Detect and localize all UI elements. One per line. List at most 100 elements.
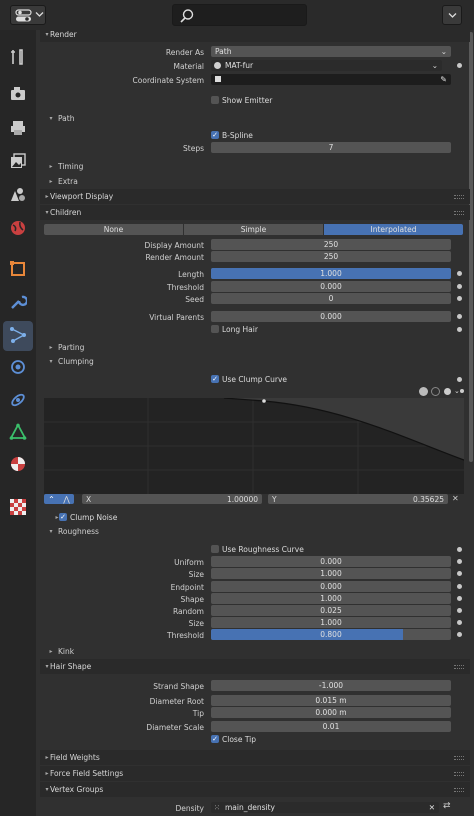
use-roughness-curve-checkbox[interactable]: [211, 545, 219, 553]
roughness-curve-keyframe-dot[interactable]: [457, 547, 462, 552]
tab-modifier[interactable]: [3, 288, 33, 318]
uniform-keyframe-dot[interactable]: [457, 559, 462, 564]
panel-header-hair-shape[interactable]: ▾ Hair Shape: [40, 659, 470, 674]
header-menu-button[interactable]: [442, 5, 462, 25]
tab-object[interactable]: [3, 255, 33, 285]
editor-type-button[interactable]: [10, 5, 46, 25]
subpanel-header-roughness[interactable]: ▾ Roughness: [40, 524, 470, 538]
tab-physics[interactable]: [3, 353, 33, 383]
length-keyframe-dot[interactable]: [457, 271, 462, 276]
tab-view-layer[interactable]: [3, 147, 33, 177]
auto-handle-icon[interactable]: ⌃: [48, 495, 55, 504]
search-field[interactable]: [172, 4, 307, 26]
clump-curve-keyframe-dot[interactable]: [457, 377, 462, 382]
long-hair-checkbox[interactable]: [211, 325, 219, 333]
clump-curve-options-dot[interactable]: [460, 389, 464, 393]
subpanel-header-kink[interactable]: ▸ Kink: [40, 644, 470, 658]
subpanel-header-clumping[interactable]: ▾ Clumping: [40, 354, 470, 368]
drag-grip-icon[interactable]: [454, 771, 464, 776]
render-as-dropdown[interactable]: Path ⌄: [211, 46, 451, 57]
uniform-size-keyframe-dot[interactable]: [457, 571, 462, 576]
bspline-checkbox[interactable]: ✓: [211, 131, 219, 139]
clump-noise-checkbox[interactable]: ✓: [59, 513, 67, 521]
subpanel-header-path[interactable]: ▾ Path: [40, 111, 470, 125]
diameter-scale-field[interactable]: 0.01: [211, 721, 451, 732]
zoom-in-icon[interactable]: [419, 387, 428, 396]
render-amount-field[interactable]: 250: [211, 251, 451, 262]
drag-grip-icon[interactable]: [454, 787, 464, 792]
tip-field[interactable]: 0.000 m: [211, 707, 451, 718]
display-amount-field[interactable]: 250: [211, 239, 451, 250]
curve-settings-icon[interactable]: [444, 388, 451, 395]
tab-constraints[interactable]: [3, 386, 33, 416]
show-emitter-checkbox[interactable]: [211, 96, 219, 104]
coordinate-system-field[interactable]: ✎: [211, 74, 451, 85]
roughness-threshold-slider[interactable]: 0.800: [211, 629, 451, 640]
drag-grip-icon[interactable]: [454, 194, 464, 199]
panel-header-field-weights[interactable]: ▸ Field Weights: [40, 750, 470, 765]
strand-shape-field[interactable]: -1.000: [211, 680, 451, 691]
tab-particles[interactable]: [3, 321, 33, 351]
subpanel-header-timing[interactable]: ▸ Timing: [40, 159, 470, 173]
use-clump-curve-checkbox[interactable]: ✓: [211, 375, 219, 383]
subpanel-header-parting[interactable]: ▸ Parting: [40, 340, 470, 354]
shape-field[interactable]: 1.000: [211, 593, 451, 604]
tab-tool[interactable]: [3, 43, 33, 73]
random-keyframe-dot[interactable]: [457, 608, 462, 613]
subpanel-header-extra[interactable]: ▸ Extra: [40, 174, 470, 188]
uniform-size-field[interactable]: 1.000: [211, 568, 451, 579]
random-field[interactable]: 0.025: [211, 605, 451, 616]
zoom-out-icon[interactable]: [431, 387, 440, 396]
seed-field[interactable]: 0: [211, 293, 451, 304]
tab-texture[interactable]: [3, 493, 33, 523]
threshold-field[interactable]: 0.000: [211, 281, 451, 292]
panel-header-viewport-display[interactable]: ▸ Viewport Display: [40, 189, 470, 204]
panel-header-vertex-groups[interactable]: ▾ Vertex Groups: [40, 782, 470, 797]
invert-arrows-icon[interactable]: ⇄: [443, 801, 451, 811]
scrollbar[interactable]: [469, 32, 473, 462]
tab-material[interactable]: [3, 450, 33, 480]
endpoint-field[interactable]: 0.000: [211, 581, 451, 592]
children-mode-interpolated[interactable]: Interpolated: [324, 224, 463, 235]
curve-x-field[interactable]: X 1.00000: [82, 494, 262, 504]
drag-grip-icon[interactable]: [454, 755, 464, 760]
children-mode-none[interactable]: None: [44, 224, 183, 235]
chevron-down-icon[interactable]: ⌄: [454, 387, 460, 395]
clump-curve-graph[interactable]: [44, 398, 464, 494]
delete-point-icon[interactable]: ✕: [452, 494, 462, 504]
threshold-keyframe-dot[interactable]: [457, 284, 462, 289]
close-tip-checkbox[interactable]: ✓: [211, 735, 219, 743]
children-mode-simple[interactable]: Simple: [184, 224, 323, 235]
random-size-field[interactable]: 1.000: [211, 617, 451, 628]
material-field[interactable]: MAT-fur ⌄: [211, 60, 442, 71]
virtual-parents-field[interactable]: 0.000: [211, 311, 451, 322]
seed-keyframe-dot[interactable]: [457, 296, 462, 301]
material-keyframe-dot[interactable]: [457, 63, 462, 68]
shape-keyframe-dot[interactable]: [457, 596, 462, 601]
random-size-keyframe-dot[interactable]: [457, 620, 462, 625]
uniform-field[interactable]: 0.000: [211, 556, 451, 567]
tab-data[interactable]: [3, 418, 33, 448]
drag-grip-icon[interactable]: [454, 664, 464, 669]
tab-world[interactable]: [3, 214, 33, 244]
steps-field[interactable]: 7: [211, 142, 451, 153]
roughness-threshold-keyframe-dot[interactable]: [457, 632, 462, 637]
diameter-root-field[interactable]: 0.015 m: [211, 695, 451, 706]
virtual-parents-keyframe-dot[interactable]: [457, 314, 462, 319]
vector-handle-icon[interactable]: ⋀: [63, 495, 70, 504]
long-hair-keyframe-dot[interactable]: [457, 327, 462, 332]
chevron-down-icon: ▾: [49, 357, 53, 365]
panel-header-children[interactable]: ▾ Children: [40, 205, 470, 220]
drag-grip-icon[interactable]: [454, 210, 464, 215]
close-icon[interactable]: ✕: [429, 803, 435, 812]
tab-render[interactable]: [3, 80, 33, 110]
endpoint-keyframe-dot[interactable]: [457, 584, 462, 589]
curve-y-field[interactable]: Y 0.35625: [268, 494, 448, 504]
panel-header-render[interactable]: ▾ Render: [40, 27, 470, 42]
tab-scene[interactable]: [3, 180, 33, 210]
density-group-field[interactable]: ⁙ main_density ✕: [211, 802, 439, 813]
panel-header-force-field[interactable]: ▸ Force Field Settings: [40, 766, 470, 781]
length-slider[interactable]: 1.000: [211, 268, 451, 279]
curve-control-point[interactable]: [262, 399, 266, 403]
tab-output[interactable]: [3, 114, 33, 144]
